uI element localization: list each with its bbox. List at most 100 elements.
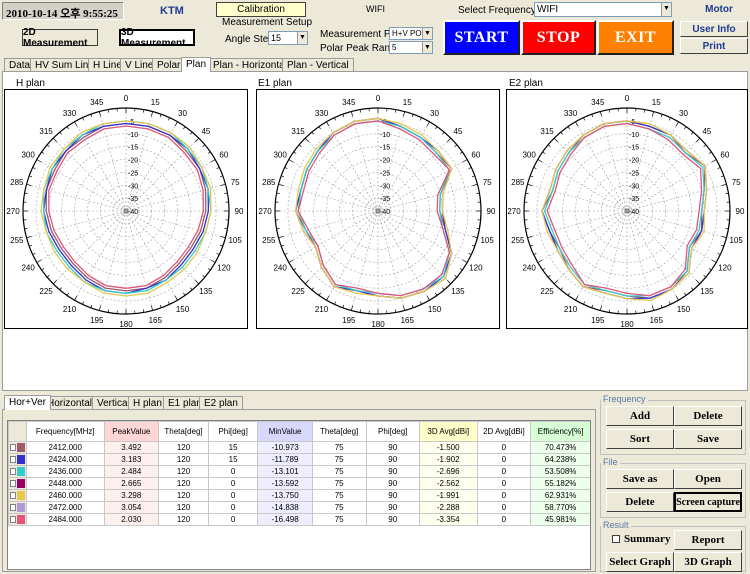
polar-peak-range-select[interactable]: 5 ▼ — [389, 41, 433, 54]
series-color-swatch — [8, 453, 27, 466]
ring-tick — [660, 114, 663, 118]
table-row[interactable]: 2424.000 3.183 120 15 -11.789 75 90 -1.902 0 64.2… — [8, 453, 590, 466]
column-header[interactable]: 2D Avg[dBi] — [476, 421, 532, 442]
ring-tick — [174, 121, 178, 127]
ring-tick — [527, 236, 533, 238]
add-button[interactable]: Add — [606, 406, 674, 426]
series-color-swatch — [8, 441, 27, 454]
angle-tick-label: 0 — [124, 94, 129, 103]
measurement-pol-select[interactable]: H+V POL ▼ — [389, 27, 433, 40]
report-label: Report — [691, 534, 725, 546]
series-color-swatch — [8, 465, 27, 478]
ring-tick — [195, 280, 200, 285]
angle-tick-label: 60 — [219, 151, 228, 160]
chevron-down-icon[interactable]: ▼ — [661, 3, 671, 16]
ring-tick — [278, 184, 284, 186]
ring-tick — [472, 236, 478, 238]
save-button[interactable]: Save — [674, 429, 742, 449]
exit-button[interactable]: EXIT — [597, 20, 674, 55]
table-body: 2412.000 3.492 120 15 -10.973 75 90 -1.500 0 70.4… — [8, 441, 590, 526]
chevron-down-icon[interactable]: ▼ — [422, 28, 432, 39]
table-cell: 75 — [311, 501, 367, 514]
angle-tick-label: 75 — [231, 178, 240, 187]
column-header[interactable]: Phi[deg] — [365, 421, 420, 442]
column-header[interactable]: Theta[deg] — [158, 421, 209, 442]
table-cell: 58.770% — [530, 501, 590, 514]
table-cell: 120 — [158, 513, 209, 526]
delete-frequency-button[interactable]: Delete — [674, 406, 742, 426]
measurement-3d-label: 3D Measurement — [121, 26, 186, 49]
ring-tick — [293, 151, 297, 154]
frequency-select[interactable]: WIFI ▼ — [534, 2, 672, 17]
select-graph-button[interactable]: Select Graph — [606, 552, 674, 572]
summary-checkbox[interactable] — [612, 535, 620, 543]
start-button[interactable]: START — [443, 20, 520, 55]
screen-capture-button[interactable]: Screen capture — [674, 492, 742, 512]
file-delete-button[interactable]: Delete — [606, 492, 674, 512]
tab-plan-vertical[interactable]: Plan - Vertical — [282, 58, 354, 72]
angle-step-select[interactable]: 15 ▼ — [268, 31, 308, 45]
table-cell: 3.492 — [103, 441, 160, 454]
ring-tick — [533, 252, 537, 255]
motor-link[interactable]: Motor — [690, 4, 748, 15]
ring-tick — [684, 292, 687, 296]
table-cell: 75 — [311, 465, 367, 478]
ring-tick — [174, 295, 178, 301]
sort-button[interactable]: Sort — [606, 429, 674, 449]
tab-h-plan[interactable]: H plan — [128, 396, 167, 410]
table-cell: -1.500 — [418, 441, 478, 454]
report-button[interactable]: Report — [674, 530, 742, 550]
ring-tick — [334, 117, 337, 121]
angle-tick-label: 210 — [63, 305, 77, 314]
ring-tick — [720, 175, 724, 178]
table-row[interactable]: 2436.000 2.484 120 0 -13.101 75 90 -2.696 0 53.50… — [8, 465, 590, 478]
table-cell: 55.182% — [530, 477, 590, 490]
row-header-corner — [8, 421, 27, 442]
column-header[interactable]: Theta[deg] — [311, 421, 367, 442]
ring-tick — [29, 175, 33, 178]
table-cell: 62.931% — [530, 489, 590, 502]
angle-tick-label: 45 — [453, 127, 462, 136]
tab-e2-plan[interactable]: E2 plan — [199, 396, 243, 410]
ring-tick — [442, 131, 445, 135]
column-header[interactable]: Phi[deg] — [207, 421, 259, 442]
angle-tick-label: 90 — [487, 207, 496, 216]
ring-tick — [542, 268, 546, 271]
table-row[interactable]: 2460.000 3.298 120 0 -13.750 75 90 -1.991 0 62.93… — [8, 489, 590, 502]
angle-tick-label: 165 — [401, 316, 415, 325]
table-row[interactable]: 2484.000 2.030 120 0 -16.498 75 90 -3.354 0 45.98… — [8, 513, 590, 526]
tab-plan[interactable]: Plan — [181, 57, 212, 72]
ring-tick — [36, 159, 42, 163]
datetime-text: 2010-10-14 오후 9:55:25 — [6, 8, 118, 20]
ring-tick — [216, 167, 220, 170]
table-cell: 2.484 — [103, 465, 160, 478]
measurement-3d-button[interactable]: 3D Measurement — [119, 26, 195, 49]
select-frequency-label: Select Frequency — [458, 5, 536, 16]
column-header[interactable]: Efficiency[%] — [530, 421, 590, 442]
radial-tick-label: -30 — [380, 183, 390, 190]
chevron-down-icon[interactable]: ▼ — [422, 42, 432, 53]
table-row[interactable]: 2448.000 2.665 120 0 -13.592 75 90 -2.562 0 55.18… — [8, 477, 590, 490]
radial-tick-label: -40 — [629, 209, 639, 216]
tab-hor-ver[interactable]: Hor+Ver — [4, 395, 51, 410]
table-cell: 120 — [158, 453, 209, 466]
column-header[interactable]: 3D Avg[dBi] — [418, 421, 478, 442]
print-button[interactable]: Print — [680, 38, 748, 54]
user-info-button[interactable]: User Info — [680, 21, 748, 37]
column-header[interactable]: MinValue — [257, 421, 313, 442]
column-header[interactable]: Frequency[MHz] — [25, 421, 105, 442]
radial-tick-label: -35 — [128, 196, 138, 203]
chevron-down-icon[interactable]: ▼ — [297, 32, 307, 44]
column-header[interactable]: PeakValue — [103, 421, 160, 442]
stop-button[interactable]: STOP — [521, 20, 596, 55]
ring-tick — [675, 295, 679, 301]
tab-plan-horizontal[interactable]: Plan - Horizontal — [208, 58, 292, 72]
calibration-button[interactable]: Calibration — [216, 2, 306, 17]
save-as-button[interactable]: Save as — [606, 469, 674, 489]
measurement-2d-button[interactable]: 2D Measurement — [22, 27, 98, 49]
open-button[interactable]: Open — [674, 469, 742, 489]
table-cell: 3.054 — [103, 501, 160, 514]
table-row[interactable]: 2472.000 3.054 120 0 -14.838 75 90 -2.288 0 58.77… — [8, 501, 590, 514]
graph-3d-button[interactable]: 3D Graph — [674, 552, 742, 572]
table-row[interactable]: 2412.000 3.492 120 15 -10.973 75 90 -1.500 0 70.4… — [8, 441, 590, 454]
